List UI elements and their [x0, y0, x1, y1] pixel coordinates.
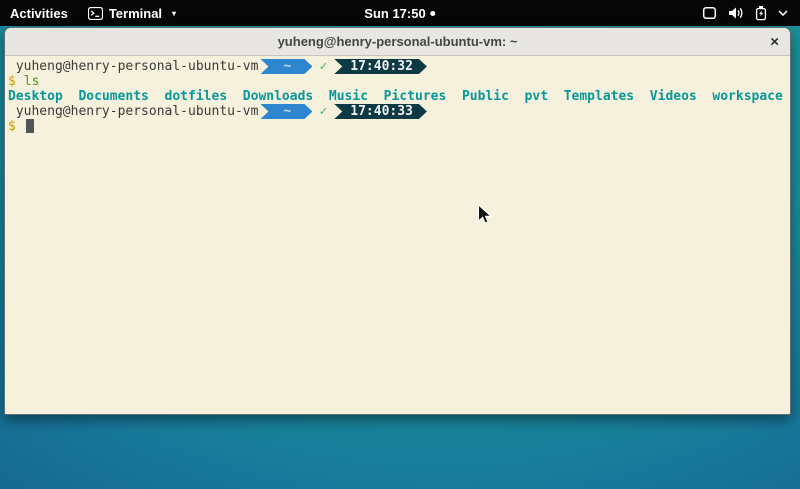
- powerline-dir-segment: ~: [260, 104, 312, 119]
- prompt-symbol: $: [8, 74, 16, 89]
- status-check-icon: ✓: [319, 59, 327, 74]
- chevron-down-icon: [778, 10, 788, 16]
- powerline-time-segment: 17:40:32: [334, 59, 427, 74]
- input-line: $: [8, 119, 790, 134]
- battery-charging-icon: [755, 6, 767, 21]
- prompt-line-2: yuheng@henry-personal-ubuntu-vm~ ✓ 17:40:3…: [8, 104, 790, 119]
- title-bar[interactable]: yuheng@henry-personal-ubuntu-vm: ~ ×: [5, 28, 790, 56]
- desktop: Activities Terminal ▾ Sun 17:50: [0, 0, 800, 489]
- command-line: $ ls: [8, 74, 790, 89]
- app-menu[interactable]: Terminal ▾: [78, 0, 186, 26]
- clock-label: Sun 17:50: [364, 6, 425, 21]
- powerline-dir-segment: ~: [260, 59, 312, 74]
- prompt-line-1: yuheng@henry-personal-ubuntu-vm~ ✓ 17:40:3…: [8, 59, 790, 74]
- top-bar-left: Activities Terminal ▾: [0, 0, 186, 26]
- ls-output: Desktop Documents dotfiles Downloads Mus…: [8, 89, 790, 104]
- terminal-content[interactable]: yuheng@henry-personal-ubuntu-vm~✓17:40:3…: [5, 56, 790, 415]
- terminal-icon: [88, 7, 103, 20]
- terminal-cursor: [26, 119, 34, 133]
- window-title: yuheng@henry-personal-ubuntu-vm: ~: [278, 34, 518, 49]
- typed-command: ls: [24, 74, 40, 89]
- prompt-user: yuheng@henry-personal-ubuntu-vm: [8, 104, 258, 119]
- chevron-down-icon: ▾: [172, 9, 176, 18]
- activities-button[interactable]: Activities: [0, 0, 78, 26]
- prompt-user: yuheng@henry-personal-ubuntu-vm: [8, 59, 258, 74]
- terminal-window: yuheng@henry-personal-ubuntu-vm: ~ × yuh…: [4, 27, 791, 415]
- prompt-symbol: $: [8, 119, 16, 134]
- system-menu[interactable]: [690, 0, 800, 26]
- powerline-time-segment: 17:40:33: [334, 104, 427, 119]
- mouse-cursor-icon: [477, 204, 493, 226]
- notification-dot-icon: [431, 11, 436, 16]
- close-button[interactable]: ×: [770, 34, 779, 49]
- app-menu-label: Terminal: [109, 6, 162, 21]
- top-bar: Activities Terminal ▾ Sun 17:50: [0, 0, 800, 26]
- status-check-icon: ✓: [319, 104, 327, 119]
- display-icon: [702, 6, 717, 20]
- clock-button[interactable]: Sun 17:50: [356, 0, 443, 26]
- volume-icon: [728, 6, 744, 20]
